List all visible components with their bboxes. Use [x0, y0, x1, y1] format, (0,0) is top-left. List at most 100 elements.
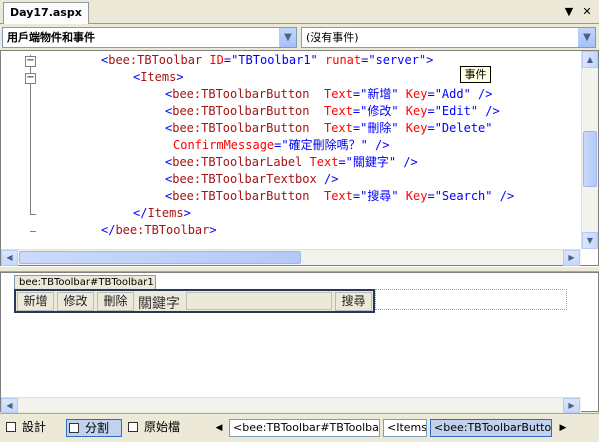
control-tag-label[interactable]: bee:TBToolbar#TBToolbar1: [14, 275, 156, 290]
code-token: bee:TBToolbar: [108, 53, 203, 67]
code-line[interactable]: ConfirmMessage="確定刪除嗎？" />: [173, 137, 390, 154]
breadcrumb-left-arrow-icon[interactable]: ◀: [212, 419, 226, 437]
events-dropdown-value: (沒有事件): [306, 31, 359, 44]
chevron-down-icon[interactable]: ▼: [279, 28, 296, 47]
code-token: >: [209, 223, 217, 237]
code-token: ="Add" />: [427, 87, 493, 101]
client-objects-dropdown[interactable]: 用戶端物件和事件 ▼: [2, 27, 297, 48]
code-token: ="刪除": [352, 121, 399, 135]
breadcrumb-item[interactable]: <bee:TBToolbar#TBToolbar1>: [229, 419, 380, 437]
code-line[interactable]: <bee:TBToolbarButton Text="刪除" Key="Dele…: [165, 120, 493, 137]
scrollbar-thumb[interactable]: [583, 131, 597, 187]
code-token: >: [176, 70, 184, 84]
code-token: Key: [405, 121, 428, 135]
client-objects-dropdown-value: 用戶端物件和事件: [7, 31, 95, 44]
code-line[interactable]: </Items>: [133, 205, 191, 222]
breadcrumb-item-selected[interactable]: <bee:TBToolbarButton>: [430, 419, 552, 437]
source-view-icon: [128, 422, 138, 432]
collapse-icon[interactable]: −: [25, 73, 36, 84]
code-token: Text: [309, 155, 339, 169]
design-horizontal-scrollbar[interactable]: ◀ ▶: [1, 397, 581, 413]
code-token: bee:TBToolbarLabel: [172, 155, 303, 169]
scroll-down-icon[interactable]: ▼: [582, 232, 598, 249]
tab-list-dropdown-icon[interactable]: ▼: [561, 4, 577, 20]
code-token: Text: [323, 87, 353, 101]
document-tab-strip: Day17.aspx ▼ ✕: [0, 0, 599, 24]
event-tooltip: 事件: [460, 66, 491, 83]
scroll-left-icon[interactable]: ◀: [1, 250, 18, 266]
keyword-textbox[interactable]: [186, 292, 332, 310]
source-view-button[interactable]: 原始檔: [126, 419, 196, 437]
delete-button[interactable]: 刪除: [97, 292, 134, 311]
code-token: ="Delete": [427, 121, 493, 135]
vertical-scrollbar[interactable]: ▲ ▼: [581, 51, 598, 249]
code-token: ="Edit" />: [427, 104, 500, 118]
scroll-right-icon[interactable]: ▶: [563, 250, 580, 266]
code-token: ConfirmMessage: [173, 138, 275, 152]
code-line[interactable]: </bee:TBToolbar>: [101, 222, 217, 239]
toolbar-extent-outline: [375, 289, 567, 310]
events-dropdown[interactable]: (沒有事件) ▼: [301, 27, 596, 48]
outline-gutter: − −: [1, 51, 41, 249]
add-button[interactable]: 新增: [17, 292, 54, 311]
close-icon[interactable]: ✕: [579, 4, 595, 20]
code-token: ="搜尋": [352, 189, 399, 203]
breadcrumb-right-arrow-icon[interactable]: ▶: [556, 419, 570, 437]
code-token: Key: [405, 189, 428, 203]
code-token: bee:TBToolbarTextbox: [172, 172, 317, 186]
code-line[interactable]: <bee:TBToolbar ID="TBToolbar1" runat="se…: [101, 52, 433, 69]
code-token: </: [101, 223, 116, 237]
scroll-right-icon[interactable]: ▶: [563, 398, 580, 413]
tag-breadcrumb: ◀ <bee:TBToolbar#TBToolbar1> <Items> <be…: [212, 419, 596, 437]
scroll-up-icon[interactable]: ▲: [582, 51, 598, 68]
code-token: ="server">: [361, 53, 434, 67]
code-text[interactable]: <bee:TBToolbar ID="TBToolbar1" runat="se…: [41, 51, 578, 249]
code-token: bee:TBToolbarButton: [172, 87, 310, 101]
navigation-dropdown-bar: 用戶端物件和事件 ▼ (沒有事件) ▼: [0, 25, 599, 49]
tab-day17-aspx[interactable]: Day17.aspx: [3, 2, 89, 24]
design-surface[interactable]: bee:TBToolbar#TBToolbar1 新增 修改 刪除 關鍵字 搜尋…: [0, 272, 599, 413]
edit-button[interactable]: 修改: [57, 292, 94, 311]
scroll-left-icon[interactable]: ◀: [1, 398, 18, 413]
code-token: bee:TBToolbarButton: [172, 189, 310, 203]
editor-window: Day17.aspx ▼ ✕ 用戶端物件和事件 ▼ (沒有事件) ▼ − − <…: [0, 0, 599, 442]
code-line[interactable]: <Items>: [133, 69, 184, 86]
split-view-icon: [69, 423, 79, 433]
code-token: Key: [405, 104, 428, 118]
code-token: bee:TBToolbarButton: [172, 121, 310, 135]
code-token: ="關鍵字" />: [338, 155, 418, 169]
scrollbar-thumb[interactable]: [19, 251, 301, 264]
code-line[interactable]: <bee:TBToolbarButton Text="修改" Key="Edit…: [165, 103, 500, 120]
code-line[interactable]: <bee:TBToolbarLabel Text="關鍵字" />: [165, 154, 418, 171]
tbtoolbar-control[interactable]: 新增 修改 刪除 關鍵字 搜尋: [14, 289, 375, 313]
keyword-label: 關鍵字: [138, 296, 180, 312]
code-token: />: [323, 172, 339, 186]
source-code-editor[interactable]: − − <bee:TBToolbar ID="TBToolbar1" runat…: [0, 50, 599, 266]
breadcrumb-item[interactable]: <Items>: [383, 419, 427, 437]
split-view-button[interactable]: 分割: [66, 419, 122, 437]
collapse-icon[interactable]: −: [25, 56, 36, 67]
horizontal-scrollbar[interactable]: ◀ ▶: [1, 249, 581, 266]
tab-title: Day17.aspx: [10, 6, 82, 19]
code-line[interactable]: <bee:TBToolbarButton Text="新增" Key="Add"…: [165, 86, 493, 103]
source-view-label: 原始檔: [144, 420, 181, 434]
code-token: Text: [323, 104, 353, 118]
code-token: Text: [323, 189, 353, 203]
chevron-down-icon[interactable]: ▼: [578, 28, 595, 47]
code-token: </: [133, 206, 148, 220]
code-line[interactable]: <bee:TBToolbarButton Text="搜尋" Key="Sear…: [165, 188, 514, 205]
design-view-icon: [6, 422, 16, 432]
code-token: ="新增": [352, 87, 399, 101]
code-line[interactable]: <bee:TBToolbarTextbox />: [165, 171, 338, 188]
design-view-button[interactable]: 設計: [4, 419, 60, 437]
search-button[interactable]: 搜尋: [335, 292, 372, 311]
view-switcher-bar: 設計 分割 原始檔 ◀ <bee:TBToolbar#TBToolbar1> <…: [0, 413, 599, 442]
